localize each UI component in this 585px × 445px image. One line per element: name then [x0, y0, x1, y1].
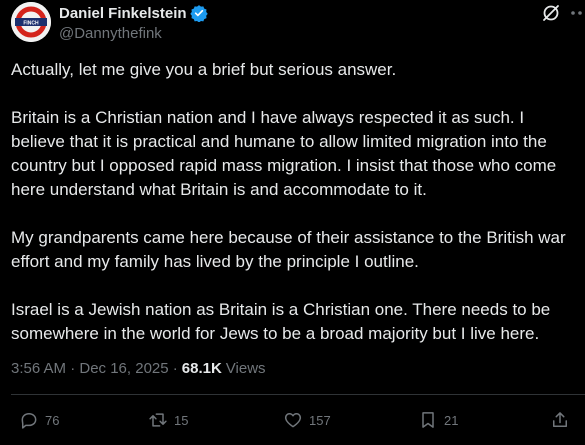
more-icon[interactable]: [569, 6, 585, 20]
repost-icon: [149, 413, 167, 427]
reply-button[interactable]: 76: [19, 410, 59, 430]
tweet: FINCH Daniel Finkelstein @Dannythefink A…: [0, 0, 585, 445]
repost-count: 15: [174, 412, 189, 428]
share-button[interactable]: [550, 410, 570, 430]
timestamp[interactable]: 3:56 AM · Dec 16, 2025 ·: [11, 360, 178, 377]
reply-count: 76: [45, 412, 60, 428]
avatar[interactable]: FINCH: [11, 2, 51, 42]
avatar-text: FINCH: [23, 21, 39, 27]
tweet-paragraph: Britain is a Christian nation and I have…: [11, 108, 557, 199]
divider: [11, 394, 585, 395]
like-icon: [284, 413, 302, 428]
bookmark-icon: [422, 412, 434, 428]
bookmark-button[interactable]: 21: [418, 410, 458, 430]
author-names: Daniel Finkelstein @Dannythefink: [59, 3, 208, 42]
grok-icon[interactable]: [541, 3, 561, 23]
bookmark-count: 21: [444, 412, 459, 428]
tweet-header: FINCH Daniel Finkelstein @Dannythefink: [11, 0, 585, 48]
repost-button[interactable]: 15: [148, 410, 188, 430]
views-label: Views: [225, 360, 266, 377]
tweet-paragraph: My grandparents came here because of the…: [11, 228, 566, 271]
like-count: 157: [309, 412, 331, 428]
tweet-text: Actually, let me give you a brief but se…: [11, 58, 576, 370]
display-name[interactable]: Daniel Finkelstein: [59, 5, 187, 22]
verified-badge-icon[interactable]: [189, 4, 208, 23]
views-count: 68.1K: [181, 360, 222, 377]
reply-icon: [21, 413, 37, 429]
tweet-paragraph: Actually, let me give you a brief but se…: [11, 60, 397, 79]
tweet-meta: 3:56 AM · Dec 16, 2025 · 68.1K Views: [11, 360, 266, 377]
author-handle[interactable]: @Dannythefink: [59, 25, 208, 42]
tweet-paragraph: Israel is a Jewish nation as Britain is …: [11, 300, 551, 343]
action-bar: 76 15 157 21: [0, 410, 585, 438]
like-button[interactable]: 157: [283, 410, 331, 430]
share-icon: [553, 412, 567, 427]
